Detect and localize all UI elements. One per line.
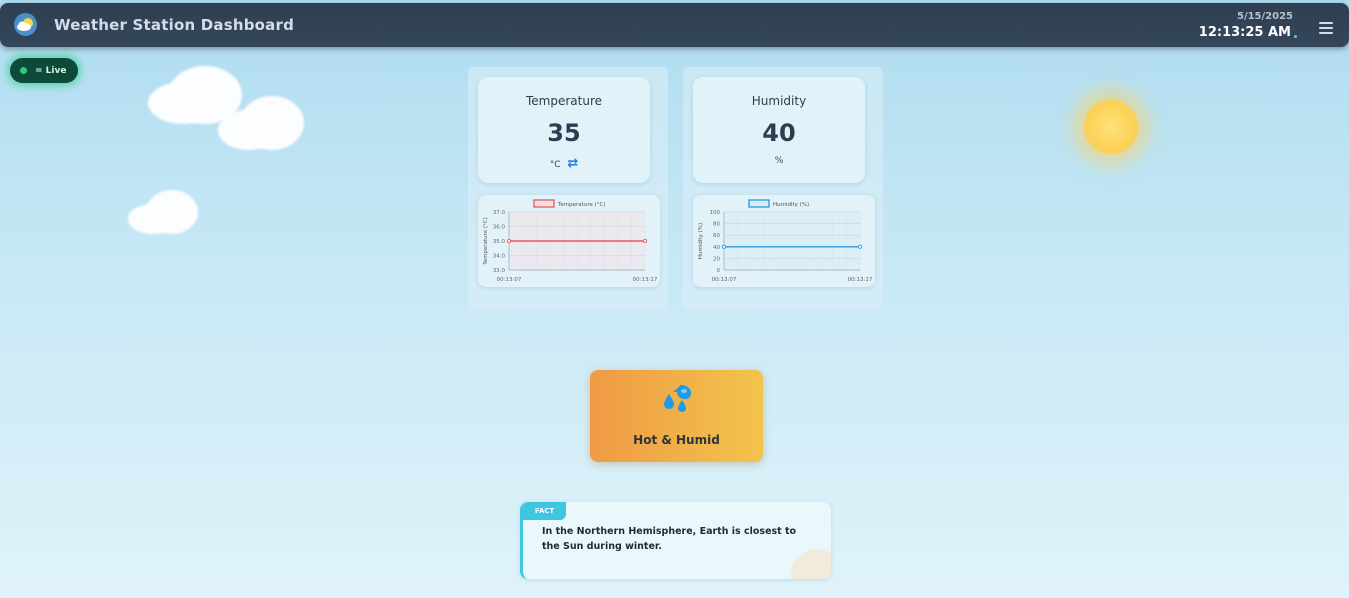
fact-text: In the Northern Hemisphere, Earth is clo…	[542, 526, 797, 552]
humidity-chart-svg: Humidity (%) 100 80 60 40 20 0 00:13:07 00:13:17…	[698, 199, 873, 283]
sun-decoration	[1084, 100, 1138, 154]
fact-tag: FACT	[523, 502, 566, 520]
humidity-chart-x-tick-label: 00:13:17	[848, 277, 873, 283]
temperature-chart-x-tick-label: 00:13:17	[633, 277, 658, 283]
humidity-unit: %	[774, 156, 784, 166]
humidity-chart-y-axis-label: Humidity (%)	[698, 223, 704, 259]
water-drops-icon	[664, 385, 691, 412]
header-date: 5/15/2025	[1236, 11, 1293, 22]
humidity-chart-y-tick-label: 100	[710, 210, 721, 216]
temperature-chart-legend-swatch	[533, 199, 555, 208]
temperature-value: 35	[547, 119, 581, 147]
unit-toggle-icon[interactable]: ⇄	[567, 156, 578, 171]
humidity-chart-y-tick-label: 0	[717, 268, 721, 274]
live-status-badge: = Live	[10, 58, 78, 83]
top-bar: Weather Station Dashboard 5/15/2025 12:1…	[0, 3, 1349, 47]
humidity-chart-data-point	[857, 244, 863, 249]
menu-icon[interactable]	[1319, 22, 1333, 34]
app-title: Weather Station Dashboard	[54, 16, 295, 34]
humidity-chart-y-tick-label: 40	[713, 245, 720, 251]
humidity-panel: Humidity 40 % Humidity (%) 100 80 60 40 20 0 00…	[683, 67, 883, 309]
temperature-chart-y-axis-label: Temperature (°C)	[483, 217, 489, 265]
condition-label: Hot & Humid	[633, 433, 720, 447]
humidity-chart-legend-swatch	[748, 199, 770, 208]
temperature-chart-y-tick-label: 34.0	[493, 254, 506, 260]
time-indicator-dot	[1294, 35, 1297, 38]
temperature-chart-y-tick-label: 36.0	[493, 225, 506, 231]
weather-logo-icon	[14, 13, 37, 36]
live-label: = Live	[35, 65, 67, 76]
temperature-card: Temperature 35 °C ⇄	[478, 77, 650, 183]
humidity-chart: Humidity (%) 100 80 60 40 20 0 00:13:07 00:13:17…	[693, 195, 875, 287]
temperature-panel: Temperature 35 °C ⇄ Temperature (°C) 37.0…	[468, 67, 668, 309]
temperature-chart-legend-label: Temperature (°C)	[557, 202, 605, 208]
humidity-chart-data-point	[721, 244, 727, 249]
temperature-chart: Temperature (°C) 37.0 36.0 35.0 34.0 33.0 00:1…	[478, 195, 660, 287]
humidity-card: Humidity 40 %	[693, 77, 865, 183]
humidity-chart-y-tick-label: 60	[713, 233, 720, 239]
humidity-chart-x-tick-label: 00:13:07	[712, 277, 737, 283]
humidity-title: Humidity	[751, 94, 807, 108]
temperature-chart-data-point	[506, 238, 512, 244]
temperature-chart-data-point	[642, 238, 648, 244]
header-time: 12:13:25 AM	[1198, 25, 1291, 40]
humidity-chart-y-tick-label: 20	[713, 256, 720, 262]
humidity-chart-legend-label: Humidity (%)	[773, 202, 809, 208]
humidity-chart-y-tick-label: 80	[713, 222, 720, 228]
temperature-unit-row: °C ⇄	[478, 156, 650, 171]
fact-card: FACT In the Northern Hemisphere, Earth i…	[520, 502, 831, 579]
temperature-unit: °C	[549, 160, 561, 170]
temperature-title: Temperature	[525, 94, 602, 108]
temperature-chart-y-tick-label: 33.0	[493, 268, 506, 274]
temperature-chart-x-tick-label: 00:13:07	[497, 277, 522, 283]
temperature-chart-y-tick-label: 35.0	[493, 239, 506, 245]
live-dot-icon	[20, 67, 27, 74]
humidity-value: 40	[762, 119, 796, 147]
temperature-chart-svg: Temperature (°C) 37.0 36.0 35.0 34.0 33.0 00:1…	[483, 199, 658, 283]
weather-condition-card: Hot & Humid	[590, 370, 763, 462]
temperature-chart-y-tick-label: 37.0	[493, 210, 506, 216]
